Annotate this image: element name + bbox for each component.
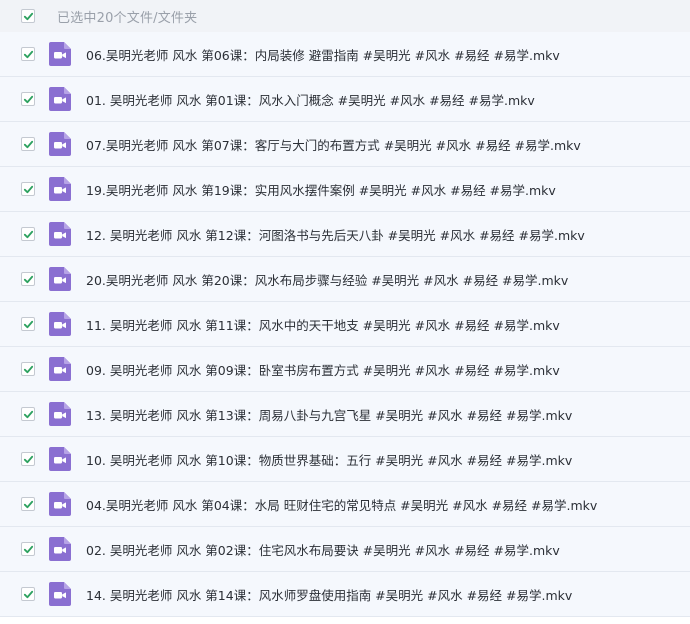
file-name: 07.吴明光老师 风水 第07课：客厅与大门的布置方式 #吴明光 #风水 #易经… [86, 137, 581, 153]
video-file-icon [49, 357, 71, 381]
video-file-icon [49, 267, 71, 291]
file-checkbox[interactable] [21, 542, 35, 556]
checkmark-icon [23, 185, 33, 193]
file-row[interactable]: 13. 吴明光老师 风水 第13课：周易八卦与九宫飞星 #吴明光 #风水 #易经… [0, 392, 690, 437]
file-name: 10. 吴明光老师 风水 第10课：物质世界基础：五行 #吴明光 #风水 #易经… [86, 452, 573, 468]
file-name: 13. 吴明光老师 风水 第13课：周易八卦与九宫飞星 #吴明光 #风水 #易经… [86, 407, 573, 423]
checkmark-icon [23, 275, 33, 283]
checkmark-icon [23, 590, 33, 598]
file-list: 06.吴明光老师 风水 第06课：内局装修 避雷指南 #吴明光 #风水 #易经 … [0, 32, 690, 617]
selection-count-text: 已选中20个文件/文件夹 [57, 10, 198, 26]
checkmark-icon [23, 230, 33, 238]
file-name: 09. 吴明光老师 风水 第09课：卧室书房布置方式 #吴明光 #风水 #易经 … [86, 362, 560, 378]
file-row[interactable]: 01. 吴明光老师 风水 第01课：风水入门概念 #吴明光 #风水 #易经 #易… [0, 77, 690, 122]
file-checkbox[interactable] [21, 407, 35, 421]
file-checkbox[interactable] [21, 47, 35, 61]
file-name: 01. 吴明光老师 风水 第01课：风水入门概念 #吴明光 #风水 #易经 #易… [86, 92, 535, 108]
file-row[interactable]: 14. 吴明光老师 风水 第14课：风水师罗盘使用指南 #吴明光 #风水 #易经… [0, 572, 690, 617]
file-row[interactable]: 11. 吴明光老师 风水 第11课：风水中的天干地支 #吴明光 #风水 #易经 … [0, 302, 690, 347]
video-file-icon [49, 582, 71, 606]
file-name: 06.吴明光老师 风水 第06课：内局装修 避雷指南 #吴明光 #风水 #易经 … [86, 47, 560, 63]
video-file-icon [49, 492, 71, 516]
file-row[interactable]: 12. 吴明光老师 风水 第12课：河图洛书与先后天八卦 #吴明光 #风水 #易… [0, 212, 690, 257]
file-row[interactable]: 07.吴明光老师 风水 第07课：客厅与大门的布置方式 #吴明光 #风水 #易经… [0, 122, 690, 167]
checkmark-icon [23, 12, 33, 20]
checkmark-icon [23, 455, 33, 463]
file-row[interactable]: 02. 吴明光老师 风水 第02课：住宅风水布局要诀 #吴明光 #风水 #易经 … [0, 527, 690, 572]
checkmark-icon [23, 320, 33, 328]
file-row[interactable]: 06.吴明光老师 风水 第06课：内局装修 避雷指南 #吴明光 #风水 #易经 … [0, 32, 690, 77]
file-name: 11. 吴明光老师 风水 第11课：风水中的天干地支 #吴明光 #风水 #易经 … [86, 317, 560, 333]
video-file-icon [49, 177, 71, 201]
video-file-icon [49, 222, 71, 246]
file-checkbox[interactable] [21, 452, 35, 466]
file-name: 02. 吴明光老师 风水 第02课：住宅风水布局要诀 #吴明光 #风水 #易经 … [86, 542, 560, 558]
file-checkbox[interactable] [21, 92, 35, 106]
checkmark-icon [23, 410, 33, 418]
video-file-icon [49, 132, 71, 156]
video-file-icon [49, 447, 71, 471]
file-checkbox[interactable] [21, 587, 35, 601]
file-name: 19.吴明光老师 风水 第19课：实用风水摆件案例 #吴明光 #风水 #易经 #… [86, 182, 556, 198]
checkmark-icon [23, 365, 33, 373]
file-checkbox[interactable] [21, 227, 35, 241]
file-row[interactable]: 10. 吴明光老师 风水 第10课：物质世界基础：五行 #吴明光 #风水 #易经… [0, 437, 690, 482]
select-all-checkbox[interactable] [21, 9, 35, 23]
checkmark-icon [23, 500, 33, 508]
file-checkbox[interactable] [21, 272, 35, 286]
video-file-icon [49, 402, 71, 426]
selection-header: 已选中20个文件/文件夹 [0, 0, 690, 32]
file-row[interactable]: 20.吴明光老师 风水 第20课：风水布局步骤与经验 #吴明光 #风水 #易经 … [0, 257, 690, 302]
file-checkbox[interactable] [21, 317, 35, 331]
file-checkbox[interactable] [21, 362, 35, 376]
checkmark-icon [23, 50, 33, 58]
file-row[interactable]: 09. 吴明光老师 风水 第09课：卧室书房布置方式 #吴明光 #风水 #易经 … [0, 347, 690, 392]
video-file-icon [49, 312, 71, 336]
file-name: 12. 吴明光老师 风水 第12课：河图洛书与先后天八卦 #吴明光 #风水 #易… [86, 227, 585, 243]
file-checkbox[interactable] [21, 137, 35, 151]
file-row[interactable]: 19.吴明光老师 风水 第19课：实用风水摆件案例 #吴明光 #风水 #易经 #… [0, 167, 690, 212]
checkmark-icon [23, 545, 33, 553]
video-file-icon [49, 42, 71, 66]
checkmark-icon [23, 140, 33, 148]
file-checkbox[interactable] [21, 497, 35, 511]
file-row[interactable]: 04.吴明光老师 风水 第04课：水局 旺财住宅的常见特点 #吴明光 #风水 #… [0, 482, 690, 527]
video-file-icon [49, 537, 71, 561]
checkmark-icon [23, 95, 33, 103]
file-name: 04.吴明光老师 风水 第04课：水局 旺财住宅的常见特点 #吴明光 #风水 #… [86, 497, 598, 513]
video-file-icon [49, 87, 71, 111]
file-list-window: 已选中20个文件/文件夹 06.吴明光老师 风水 第06课：内局装修 避雷指南 … [0, 0, 690, 624]
file-name: 14. 吴明光老师 风水 第14课：风水师罗盘使用指南 #吴明光 #风水 #易经… [86, 587, 573, 603]
file-checkbox[interactable] [21, 182, 35, 196]
file-name: 20.吴明光老师 风水 第20课：风水布局步骤与经验 #吴明光 #风水 #易经 … [86, 272, 569, 288]
